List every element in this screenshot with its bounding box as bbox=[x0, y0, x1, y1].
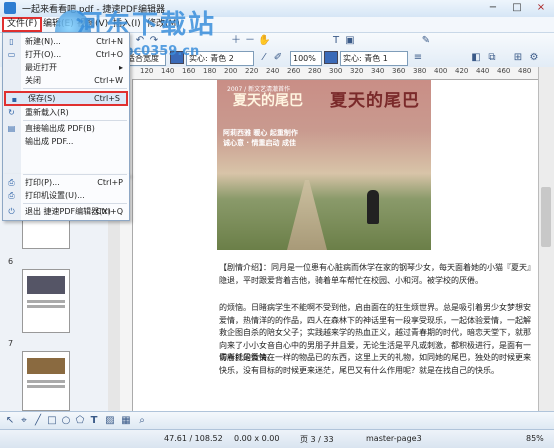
ruler-tick-label: 160 bbox=[182, 67, 196, 75]
ruler-tick-label: 320 bbox=[350, 67, 364, 75]
image-tool-icon[interactable]: ▣ bbox=[344, 35, 356, 47]
pen-tool-icon[interactable]: ✎ bbox=[420, 35, 432, 47]
zoom-tool-icon[interactable]: ⌕ bbox=[136, 415, 148, 427]
poster-line: 诚心意 · 情重启动 成佳 bbox=[223, 139, 296, 147]
ruler-tick-label: 120 bbox=[140, 67, 154, 75]
menu-item-reload[interactable]: ↻ 重新载入(R) bbox=[3, 106, 129, 119]
printer-settings-icon: ⎙ bbox=[8, 191, 15, 200]
file-menu-dropdown-lower: ⎙ 打印(P)... Ctrl+P ⎙ 打印机设置(U)... ⏻ 退出 捷速P… bbox=[2, 174, 130, 221]
ellipse-tool-icon[interactable]: ○ bbox=[60, 415, 72, 427]
zoom-level: 85% bbox=[526, 434, 544, 443]
export-pdf-icon: ▤ bbox=[7, 124, 16, 133]
page-indicator: 页 3 / 33 bbox=[300, 435, 334, 444]
ruler-tick-label: 400 bbox=[434, 67, 448, 75]
drawing-toolbar: ↖ ⌖ ╱ □ ○ ⬠ T ▨ ▦ ⌕ bbox=[0, 411, 554, 430]
new-doc-icon: ▯ bbox=[9, 37, 14, 46]
ruler-tick-label: 260 bbox=[287, 67, 301, 75]
save-icon: ▪ bbox=[11, 95, 18, 104]
menu-item-close[interactable]: 关闭 Ctrl+W bbox=[3, 74, 129, 87]
thumbnail-number: 7 bbox=[8, 339, 14, 348]
document-scrollbar[interactable] bbox=[538, 67, 554, 411]
poster-line: 阿莉西雅 暖心 起重制作 bbox=[223, 129, 298, 137]
poster-child-figure bbox=[367, 190, 379, 224]
scrollbar-thumb[interactable] bbox=[541, 187, 551, 247]
app-icon bbox=[4, 2, 16, 14]
text-tool-icon[interactable]: T bbox=[330, 35, 342, 47]
cursor-coordinates: 47.61 / 108.52 bbox=[164, 434, 223, 443]
menu-file[interactable]: 文件(F) bbox=[2, 17, 43, 32]
menu-item-recent[interactable]: 最近打开 ▸ bbox=[3, 61, 129, 74]
print-icon: ⎙ bbox=[8, 178, 15, 187]
document-paragraph[interactable]: 青春就是爱情在一样的物品已的东西，这里上天的礼物，如同她的尾巴，独处的时候更来快… bbox=[219, 352, 534, 377]
poster-image[interactable]: 2007 / 新文艺清澈首作 夏天的尾巴 夏天的尾巴 阿莉西雅 暖心 起重制作 … bbox=[217, 80, 431, 250]
image-insert-icon[interactable]: ▨ bbox=[104, 415, 116, 427]
maximize-button[interactable]: □ bbox=[506, 1, 528, 15]
ruler-tick-label: 440 bbox=[476, 67, 490, 75]
menu-separator bbox=[23, 174, 127, 175]
select-tool-icon[interactable]: ↖ bbox=[4, 415, 16, 427]
status-bar: 47.61 / 108.52 0.00 x 0.00 页 3 / 33 mast… bbox=[0, 429, 554, 448]
stroke-color-swatch[interactable] bbox=[324, 51, 338, 64]
zoom-out-icon[interactable]: － bbox=[244, 35, 256, 47]
document-paragraph[interactable]: 【剧情介绍】：同月是一位患有心脏病而休学在家的钢琴少女，每天面着她的小猫『夏天』… bbox=[219, 262, 534, 287]
ruler-tick-label: 480 bbox=[518, 67, 532, 75]
ruler-tick-label: 300 bbox=[329, 67, 343, 75]
align-icon[interactable]: ≡ bbox=[412, 52, 424, 64]
polygon-tool-icon[interactable]: ⬠ bbox=[74, 415, 86, 427]
menu-item-save[interactable]: ▪ 保存(S) Ctrl+S bbox=[4, 91, 128, 106]
reload-icon: ↻ bbox=[8, 108, 15, 117]
rect-tool-icon[interactable]: □ bbox=[46, 415, 58, 427]
group-icon[interactable]: ⊞ bbox=[512, 52, 524, 64]
poster-title-right: 夏天的尾巴 bbox=[330, 91, 420, 111]
hand-tool-icon[interactable]: ✋ bbox=[258, 35, 270, 47]
line-tool-icon[interactable]: ╱ bbox=[32, 415, 44, 427]
arrange-icon[interactable]: ⧉ bbox=[486, 52, 498, 64]
ruler-tick-label: 340 bbox=[371, 67, 385, 75]
thumbnail-page-7[interactable] bbox=[22, 351, 70, 411]
table-insert-icon[interactable]: ▦ bbox=[120, 415, 132, 427]
selection-size: 0.00 x 0.00 bbox=[234, 434, 280, 443]
menu-item-new[interactable]: ▯ 新建(N)... Ctrl+N bbox=[3, 35, 129, 48]
master-page-label: master-page3 bbox=[366, 434, 422, 443]
text-insert-icon[interactable]: T bbox=[88, 415, 100, 427]
line-style-icon[interactable]: ⁄ bbox=[258, 52, 270, 64]
ruler-tick-label: 140 bbox=[161, 67, 175, 75]
horizontal-ruler: 120 140 160 180 200 220 240 260 280 300 320 340 360 3… bbox=[132, 67, 538, 80]
settings-icon[interactable]: ⚙ bbox=[528, 52, 540, 64]
menu-separator bbox=[23, 88, 127, 89]
ruler-tick-label: 460 bbox=[497, 67, 511, 75]
zoom-in-icon[interactable]: ＋ bbox=[230, 35, 242, 47]
menu-item-exit[interactable]: ⏻ 退出 捷速PDF编辑器(X) Ctrl+Q bbox=[3, 205, 129, 218]
menu-item-open[interactable]: ▭ 打开(O)... Ctrl+O bbox=[3, 48, 129, 61]
ruler-tick-label: 360 bbox=[392, 67, 406, 75]
menu-separator bbox=[23, 120, 127, 121]
ruler-tick-label: 220 bbox=[245, 67, 259, 75]
menu-item-export-pdf-direct[interactable]: ▤ 直接输出成 PDF(B) bbox=[3, 122, 129, 135]
ruler-tick-label: 420 bbox=[455, 67, 469, 75]
brush-icon[interactable]: ✐ bbox=[272, 52, 284, 64]
open-folder-icon: ▭ bbox=[7, 50, 16, 59]
ruler-tick-label: 380 bbox=[413, 67, 427, 75]
menu-item-export-pdf[interactable]: 输出成 PDF... bbox=[3, 135, 129, 148]
ruler-tick-label: 240 bbox=[266, 67, 280, 75]
ruler-tick-label: 200 bbox=[224, 67, 238, 75]
opacity-select[interactable]: 100% bbox=[290, 51, 322, 66]
node-tool-icon[interactable]: ⌖ bbox=[18, 415, 30, 427]
menu-item-print[interactable]: ⎙ 打印(P)... Ctrl+P bbox=[3, 176, 129, 189]
menu-item-printer-settings[interactable]: ⎙ 打印机设置(U)... bbox=[3, 189, 129, 202]
thumbnail-number: 6 bbox=[8, 257, 14, 266]
thumbnail-page-6[interactable] bbox=[22, 269, 70, 333]
poster-title-left: 夏天的尾巴 bbox=[233, 93, 303, 109]
exit-icon: ⏻ bbox=[8, 207, 15, 216]
poster-road bbox=[287, 180, 327, 250]
ruler-tick-label: 280 bbox=[308, 67, 322, 75]
ruler-tick-label: 180 bbox=[203, 67, 217, 75]
stroke-style-select[interactable]: 实心: 青色 1 bbox=[340, 51, 408, 66]
menu-separator bbox=[23, 203, 127, 204]
minimize-button[interactable]: − bbox=[482, 1, 504, 15]
close-button[interactable]: × bbox=[530, 1, 552, 15]
file-menu-dropdown: ▯ 新建(N)... Ctrl+N ▭ 打开(O)... Ctrl+O 最近打开… bbox=[2, 32, 130, 176]
layers-icon[interactable]: ◧ bbox=[470, 52, 482, 64]
